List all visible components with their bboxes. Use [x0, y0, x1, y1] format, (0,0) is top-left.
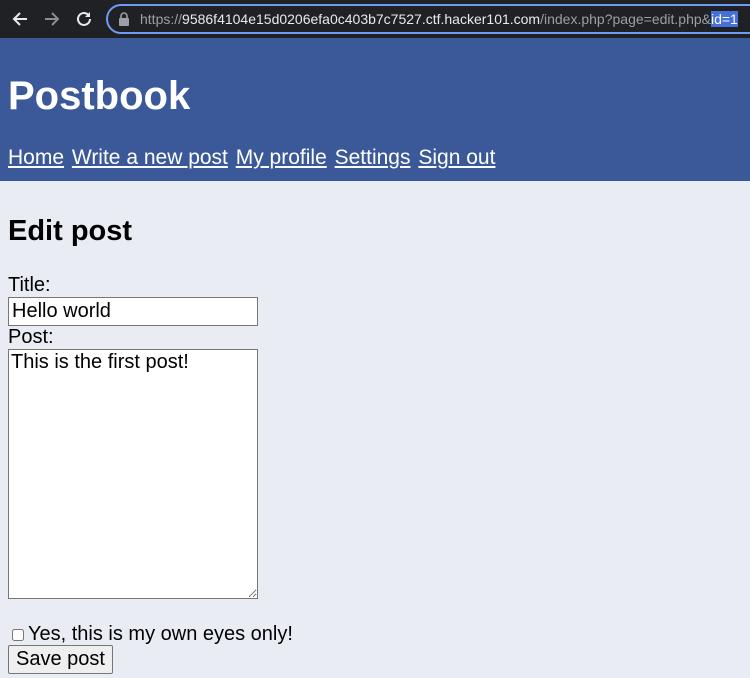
- nav-my-profile-link[interactable]: My profile: [236, 146, 327, 169]
- browser-toolbar: https://9586f4104e15d0206efa0c403b7c7527…: [0, 0, 750, 38]
- back-button[interactable]: [8, 7, 32, 31]
- nav-home-link[interactable]: Home: [8, 146, 64, 169]
- save-post-button[interactable]: Save post: [8, 645, 113, 674]
- reload-icon: [75, 10, 93, 28]
- page-title: Edit post: [8, 215, 133, 247]
- post-textarea[interactable]: This is the first post!: [8, 349, 258, 599]
- back-arrow-icon: [11, 10, 29, 28]
- nav-sign-out-link[interactable]: Sign out: [418, 146, 495, 169]
- title-input[interactable]: [8, 297, 258, 326]
- private-checkbox[interactable]: [12, 628, 24, 641]
- url-path: /index.php?page=edit.php&: [540, 11, 711, 27]
- lock-icon[interactable]: [118, 12, 130, 26]
- url-scheme: https://: [140, 11, 183, 27]
- post-label: Post:: [8, 326, 54, 348]
- forward-button[interactable]: [40, 7, 64, 31]
- url-host: 9586f4104e15d0206efa0c403b7c7527.ctf.hac…: [182, 11, 541, 27]
- private-label: Yes, this is my own eyes only!: [28, 623, 293, 645]
- forward-arrow-icon: [43, 10, 61, 28]
- title-label: Title:: [8, 274, 51, 296]
- site-nav: Home Write a new post My profile Setting…: [8, 146, 497, 170]
- address-bar[interactable]: https://9586f4104e15d0206efa0c403b7c7527…: [106, 4, 750, 34]
- site-header: Postbook Home Write a new post My profil…: [0, 38, 750, 181]
- site-title: Postbook: [8, 74, 191, 118]
- reload-button[interactable]: [72, 7, 96, 31]
- nav-settings-link[interactable]: Settings: [335, 146, 411, 169]
- nav-write-post-link[interactable]: Write a new post: [72, 146, 228, 169]
- private-option[interactable]: Yes, this is my own eyes only!: [12, 623, 293, 646]
- url-selected-text: id=1: [710, 11, 738, 27]
